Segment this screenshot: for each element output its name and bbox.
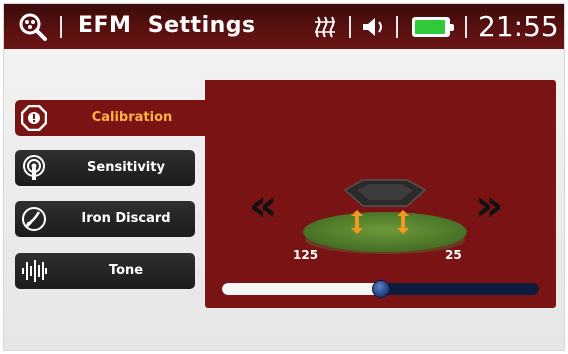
menu-item-label: Sensitivity	[87, 160, 165, 175]
app-title: EFM Settings	[78, 13, 256, 38]
signal-icon	[315, 16, 335, 38]
battery-fill	[415, 20, 445, 34]
menu-item-label: Calibration	[91, 110, 173, 125]
battery-nub	[450, 24, 454, 31]
calibration-icon	[21, 105, 47, 131]
slider-handle[interactable]	[372, 280, 390, 298]
menu-item-tone[interactable]: Tone	[15, 253, 195, 289]
menu-item-calibration[interactable]: Calibration	[15, 100, 207, 136]
calibration-panel: « » 125 25	[205, 80, 556, 308]
search-icon[interactable]	[18, 12, 48, 42]
tone-icon	[22, 260, 47, 282]
left-value: 125	[293, 248, 319, 262]
slider-fill	[222, 283, 381, 295]
separator	[396, 16, 398, 38]
coil-ground-illustration	[303, 179, 467, 254]
clock: 21:55	[478, 10, 559, 43]
top-status-bar: EFM Settings 21:55	[4, 4, 564, 49]
separator	[60, 16, 62, 38]
menu-item-label: Iron Discard	[81, 211, 171, 226]
menu-item-iron-discard[interactable]: Iron Discard	[15, 201, 195, 237]
battery-icon	[412, 17, 454, 37]
decrease-arrow-icon[interactable]: «	[249, 184, 277, 228]
increase-arrow-icon[interactable]: »	[475, 184, 503, 228]
menu-item-label: Tone	[108, 263, 144, 278]
iron-discard-icon	[22, 207, 46, 231]
menu-item-sensitivity[interactable]: Sensitivity	[15, 150, 195, 186]
sensitivity-icon	[23, 155, 45, 180]
right-value: 25	[445, 248, 462, 262]
separator	[465, 16, 467, 38]
separator	[349, 16, 351, 38]
speaker-icon[interactable]	[361, 16, 387, 38]
